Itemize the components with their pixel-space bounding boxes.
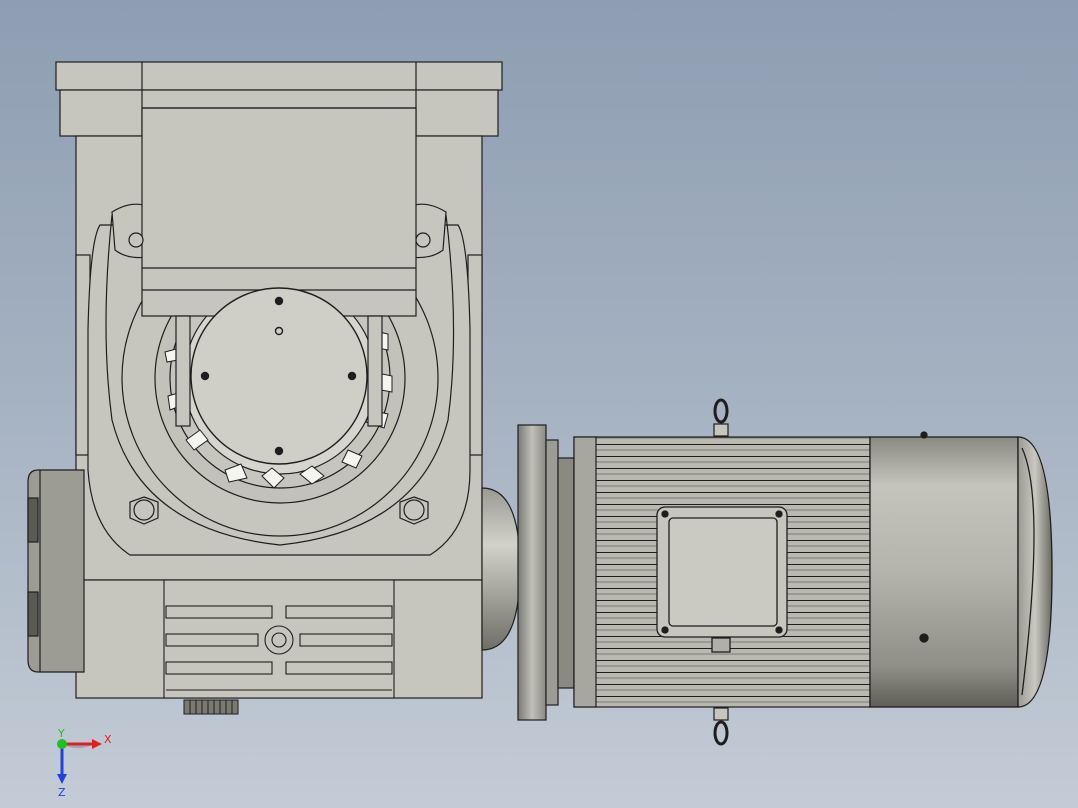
motor-rear-housing[interactable] [869, 431, 1053, 708]
z-axis-label: Z [58, 786, 66, 799]
x-axis-label: X [104, 733, 112, 746]
motor-adapter[interactable] [481, 424, 575, 721]
terminal-box[interactable] [656, 506, 788, 653]
gearbox-top-cover[interactable] [141, 107, 417, 317]
base-vent-slots [163, 579, 395, 699]
output-flange-disk[interactable] [190, 287, 368, 465]
cad-viewport[interactable]: X Y Z [0, 0, 1078, 808]
axis-triad: X Y Z [57, 727, 112, 799]
y-axis-label: Y [57, 727, 65, 740]
drain-plug [183, 699, 239, 715]
side-output-hub[interactable] [27, 469, 85, 673]
